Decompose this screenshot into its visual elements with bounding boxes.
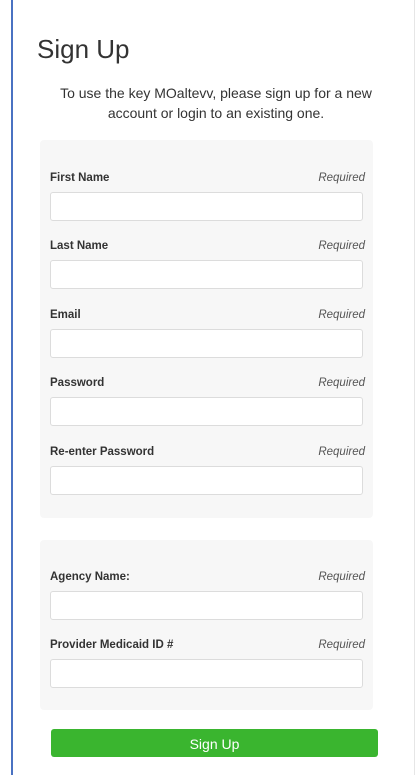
- required-indicator: Required: [318, 240, 365, 252]
- required-indicator: Required: [318, 172, 365, 184]
- agency-name-field: Agency Name: Required: [50, 571, 365, 620]
- email-label: Email: [50, 309, 81, 321]
- reenter-password-field: Re-enter Password Required: [50, 446, 365, 495]
- sign-up-button[interactable]: Sign Up: [51, 729, 378, 757]
- intro-text: To use the key MOaltevv, please sign up …: [60, 85, 372, 121]
- password-field: Password Required: [50, 377, 365, 426]
- first-name-label: First Name: [50, 172, 110, 184]
- last-name-field: Last Name Required: [50, 240, 365, 289]
- required-indicator: Required: [318, 571, 365, 583]
- email-input[interactable]: [50, 329, 363, 358]
- email-field: Email Required: [50, 309, 365, 358]
- agency-name-label: Agency Name:: [50, 571, 130, 583]
- agency-name-input[interactable]: [50, 591, 363, 620]
- password-label: Password: [50, 377, 105, 389]
- provider-medicaid-id-input[interactable]: [50, 659, 363, 688]
- provider-medicaid-id-field: Provider Medicaid ID # Required: [50, 639, 365, 688]
- provider-medicaid-id-label: Provider Medicaid ID #: [50, 639, 174, 651]
- first-name-input[interactable]: [50, 192, 363, 221]
- first-name-field: First Name Required: [50, 172, 365, 221]
- reenter-password-input[interactable]: [50, 466, 363, 495]
- reenter-password-label: Re-enter Password: [50, 446, 155, 458]
- required-indicator: Required: [318, 639, 365, 651]
- required-indicator: Required: [318, 309, 365, 321]
- page-title: Sign Up: [37, 34, 130, 64]
- password-input[interactable]: [50, 397, 363, 426]
- agency-section: Agency Name: Required Provider Medicaid …: [40, 540, 373, 710]
- last-name-input[interactable]: [50, 260, 363, 289]
- account-section: First Name Required Last Name Required E…: [40, 140, 373, 518]
- required-indicator: Required: [318, 377, 365, 389]
- last-name-label: Last Name: [50, 240, 109, 252]
- required-indicator: Required: [318, 446, 365, 458]
